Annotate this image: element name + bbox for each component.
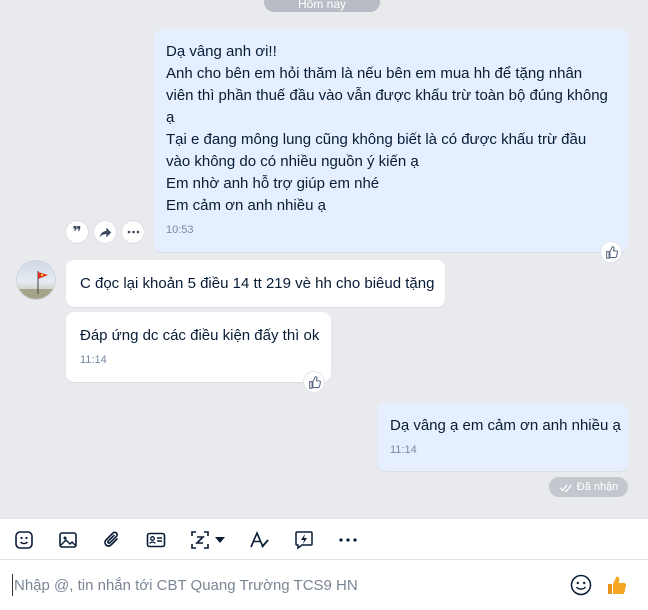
emoji-icon	[570, 574, 592, 596]
sticker-icon	[15, 531, 33, 549]
message-line: viên thì phần thuế đầu vào vẫn được khấu…	[166, 87, 608, 104]
avatar[interactable]	[16, 260, 56, 300]
quick-message-button[interactable]	[292, 528, 316, 552]
message-input[interactable]	[12, 574, 552, 596]
contact-card-icon	[146, 532, 166, 548]
message-line: Em cảm ơn anh nhiều ạ	[166, 197, 326, 214]
scrollbar[interactable]	[644, 0, 648, 518]
message-line: Tại e đang mông lung cũng không biết là …	[166, 131, 587, 148]
message-line: Dạ vâng anh ơi!!	[166, 43, 277, 60]
quick-message-icon	[295, 531, 313, 550]
chat-area[interactable]: Hôm nay Dạ vâng anh ơi!! Anh cho bên em …	[0, 0, 648, 518]
screenshot-button[interactable]	[188, 528, 212, 552]
sticker-button[interactable]	[12, 528, 36, 552]
like-icon	[308, 375, 321, 389]
more-icon	[127, 230, 139, 234]
message-bubble-sent[interactable]: Dạ vâng ạ em cảm ơn anh nhiều ạ 11:14	[377, 403, 628, 471]
attachment-icon	[104, 531, 118, 547]
date-divider: Hôm nay	[264, 0, 380, 12]
image-icon	[59, 532, 77, 548]
delivery-status-label: Đã nhận	[576, 481, 619, 493]
emoji-button[interactable]	[568, 572, 594, 598]
message-time: 10:53	[166, 224, 194, 236]
forward-icon	[99, 227, 111, 237]
image-button[interactable]	[56, 528, 80, 552]
more-actions-button[interactable]	[122, 221, 144, 243]
text-format-button[interactable]	[248, 528, 272, 552]
message-composer	[0, 560, 648, 610]
message-line: Anh cho bên em hỏi thăm là nếu bên em mu…	[166, 65, 583, 82]
screenshot-icon	[191, 531, 209, 549]
message-bubble-received[interactable]: Đáp ứng dc các điều kiện đấy thì ok 11:1…	[66, 312, 331, 382]
message-line: vào không do có nhiều nguồn ý kiến ạ	[166, 153, 419, 170]
thumbs-up-icon	[608, 576, 627, 594]
composer-toolbar	[0, 518, 648, 560]
forward-button[interactable]	[94, 221, 116, 243]
reaction-button[interactable]	[303, 371, 325, 393]
more-tools-button[interactable]	[336, 528, 360, 552]
message-time: 11:14	[80, 354, 107, 366]
message-line: Dạ vâng ạ em cảm ơn anh nhiều ạ	[390, 417, 621, 434]
message-time: 11:14	[390, 444, 417, 456]
like-icon	[605, 245, 618, 259]
message-bubble-sent[interactable]: Dạ vâng anh ơi!! Anh cho bên em hỏi thăm…	[154, 29, 628, 252]
message-line: Đáp ứng dc các điều kiện đấy thì ok	[80, 327, 320, 344]
dropdown-caret-icon	[215, 537, 225, 543]
message-line: Em nhờ anh hỗ trợ giúp em nhé	[166, 175, 380, 192]
attachment-button[interactable]	[100, 528, 124, 552]
screenshot-options-dropdown[interactable]	[212, 528, 228, 552]
contact-card-button[interactable]	[144, 528, 168, 552]
quote-icon: ❞	[72, 223, 82, 241]
message-line: ạ	[166, 109, 175, 126]
delivery-status: Đã nhận	[549, 477, 628, 497]
quote-button[interactable]: ❞	[66, 221, 88, 243]
text-format-icon	[250, 530, 269, 548]
send-like-button[interactable]	[604, 572, 630, 598]
message-bubble-received[interactable]: C đọc lại khoản 5 điều 14 tt 219 vè hh c…	[66, 260, 445, 307]
more-icon	[339, 538, 357, 542]
double-check-icon	[559, 484, 572, 492]
avatar-flag-image	[17, 271, 55, 299]
reaction-button[interactable]	[600, 241, 622, 263]
message-line: C đọc lại khoản 5 điều 14 tt 219 vè hh c…	[80, 275, 435, 292]
